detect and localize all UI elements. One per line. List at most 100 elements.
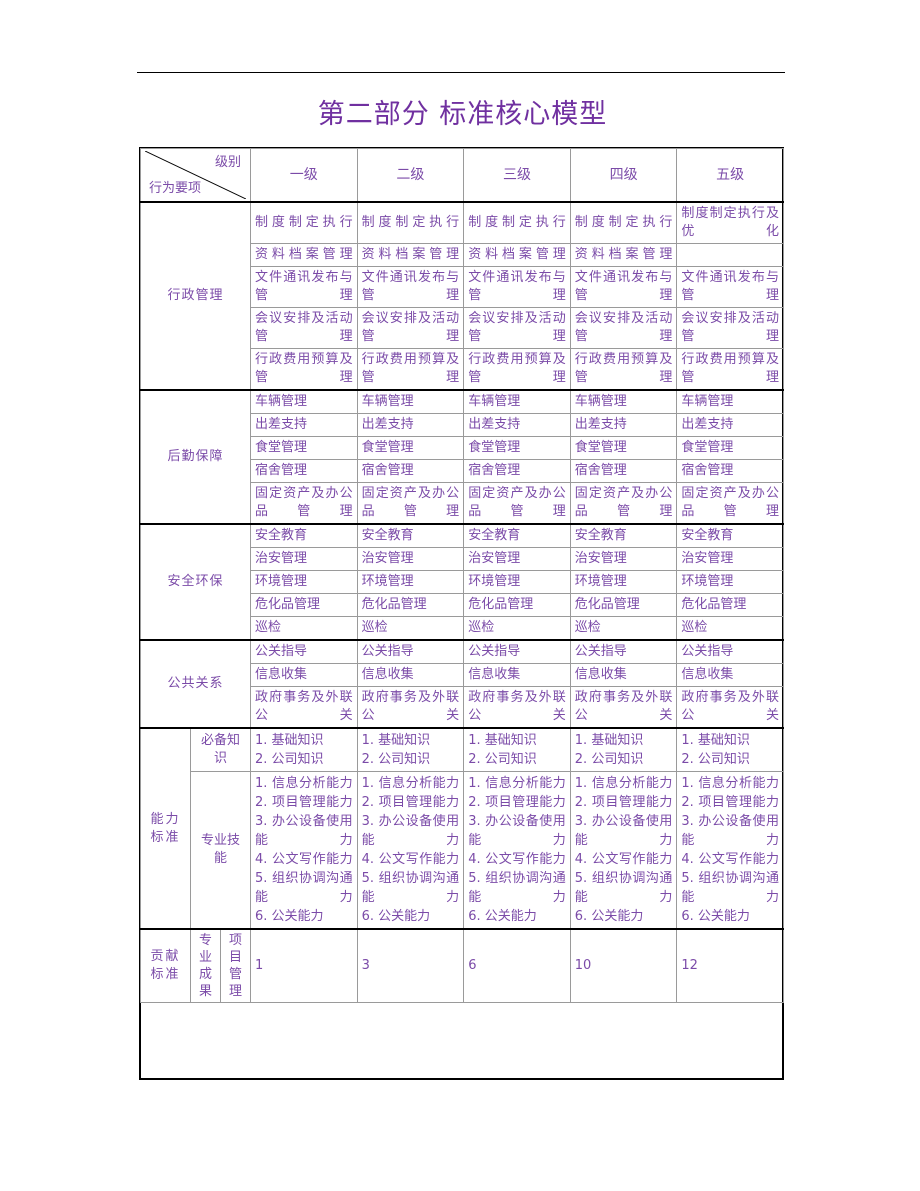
cell-g3-r1-c4: 信息收集	[676, 663, 784, 687]
cell-g1-r3-c2: 宿舍管理	[463, 459, 571, 483]
list-item: 6. 公关能力	[468, 909, 537, 924]
cell-g1-r0-c1: 车辆管理	[356, 389, 465, 414]
cell-g1-r1-c0: 出差支持	[250, 413, 358, 437]
ability-row-1: 专业技能 1. 信息分析能力 2. 项目管理能力 3. 办公设备使用能力 4. 公文写作…	[141, 771, 784, 930]
cell-g2-r0-c4: 安全教育	[676, 523, 784, 548]
cell-g0-r1-c1: 资料档案管理	[356, 243, 465, 267]
cell-g0-r3-c4: 会议安排及活动管理	[676, 307, 784, 349]
list-item: 2. 公司知识	[468, 752, 537, 767]
cell-g1-r0-c4: 车辆管理	[676, 389, 784, 414]
cell-g1-r2-c4: 食堂管理	[676, 436, 784, 460]
cell-g3-r1-c3: 信息收集	[569, 663, 678, 687]
ability-cell-r0-c0: 1. 基础知识 2. 公司知识	[250, 727, 358, 772]
cell-g0-r4-c3: 行政费用预算及管理	[569, 348, 678, 391]
page-title: 第二部分 标准核心模型	[317, 99, 608, 130]
contribution-row: 贡献标准专业成果项目管理 1 3 6 10 12	[140, 928, 784, 1003]
cell-g3-r0-c2: 公关指导	[463, 639, 571, 664]
list-item: 1. 基础知识	[255, 733, 324, 748]
list-item: 6. 公关能力	[681, 909, 750, 924]
cell-g0-r3-c3: 会议安排及活动管理	[569, 307, 678, 349]
vertical-char: 理	[228, 984, 242, 999]
cell-g3-r0-c4: 公关指导	[676, 639, 784, 664]
cell-g0-r3-c1: 会议安排及活动管理	[356, 307, 465, 349]
contribution-value-1: 3	[356, 928, 465, 1003]
vertical-char: 成	[198, 967, 212, 982]
cell-g0-r0-c2: 制度制定执行	[463, 201, 571, 244]
cell-g3-r2-c0: 政府事务及外联公关	[250, 686, 358, 729]
cell-g2-r0-c2: 安全教育	[463, 523, 571, 548]
item-list: 1. 信息分析能力 2. 项目管理能力 3. 办公设备使用能力 4. 公文写作能力 5.…	[681, 774, 779, 926]
list-item: 3. 办公设备使用能力	[574, 814, 673, 848]
table-row: 后勤保障 车辆管理 车辆管理 车辆管理 车辆管理 车辆管理	[140, 389, 784, 525]
level-header-1: 一级	[250, 148, 358, 203]
cell-g1-r2-c2: 食堂管理	[463, 436, 571, 460]
level-header-3: 三级	[463, 148, 571, 203]
cell-g2-r0-c1: 安全教育	[356, 523, 465, 548]
cell-g3-r1-c1: 信息收集	[356, 663, 465, 687]
cell-g2-r3-c2: 危化品管理	[463, 593, 571, 617]
list-item: 2. 项目管理能力	[681, 795, 779, 810]
item-list: 1. 基础知识 2. 公司知识	[468, 731, 566, 769]
cell-g3-r0-c1: 公关指导	[356, 639, 465, 664]
list-item: 1. 基础知识	[681, 733, 750, 748]
cell-g0-r4-c1: 行政费用预算及管理	[356, 348, 465, 391]
list-item: 5. 组织协调沟通能力	[255, 871, 353, 905]
ability-sublabel-0: 必备知识	[190, 727, 251, 772]
cell-g0-r4-c2: 行政费用预算及管理	[463, 348, 571, 391]
list-item: 1. 信息分析能力	[361, 776, 460, 791]
list-item: 2. 项目管理能力	[255, 795, 353, 810]
document-page: 第二部分 标准核心模型 级别 行为要项 一级 二级 三级 四级 五级 行政管理 制度制定执行 制度…	[0, 0, 920, 1191]
cell-g2-r4-c1: 巡检	[356, 616, 465, 641]
cell-g0-r1-c3: 资料档案管理	[569, 243, 678, 267]
corner-level-label: 级别	[214, 155, 241, 170]
cell-g0-r1-c0: 资料档案管理	[250, 243, 358, 267]
list-item: 3. 办公设备使用能力	[255, 814, 353, 848]
cell-g1-r2-c3: 食堂管理	[569, 436, 678, 460]
cell-g2-r0-c0: 安全教育	[250, 523, 358, 548]
list-item: 3. 办公设备使用能力	[361, 814, 460, 848]
ability-cell-r1-c0: 1. 信息分析能力 2. 项目管理能力 3. 办公设备使用能力 4. 公文写作能力 5.…	[250, 771, 358, 930]
cell-g1-r1-c3: 出差支持	[569, 413, 678, 437]
cell-g3-r0-c0: 公关指导	[250, 639, 358, 664]
ability-cell-r1-c3: 1. 信息分析能力 2. 项目管理能力 3. 办公设备使用能力 4. 公文写作能力 5.…	[569, 771, 678, 930]
cell-g0-r4-c4: 行政费用预算及管理	[676, 348, 784, 391]
table-row: 行政管理 制度制定执行 制度制定执行 制度制定执行 制度制定执行 制度制定执行及优化	[140, 201, 784, 391]
list-item: 2. 项目管理能力	[361, 795, 460, 810]
list-item: 1. 信息分析能力	[681, 776, 779, 791]
table-row: 安全环保 安全教育 安全教育 安全教育 安全教育 安全教育	[140, 523, 784, 641]
cell-g1-r1-c4: 出差支持	[676, 413, 784, 437]
list-item: 3. 办公设备使用能力	[681, 814, 779, 848]
cell-g2-r4-c2: 巡检	[463, 616, 571, 641]
cell-g3-r2-c3: 政府事务及外联公关	[569, 686, 678, 729]
cell-g3-r2-c2: 政府事务及外联公关	[463, 686, 571, 729]
cell-g1-r4-c4: 固定资产及办公品管理	[676, 482, 784, 525]
list-item: 1. 基础知识	[574, 733, 644, 748]
group-label-0: 行政管理	[140, 201, 251, 391]
cell-g2-r2-c1: 环境管理	[356, 570, 465, 594]
cell-g3-r2-c4: 政府事务及外联公关	[676, 686, 784, 729]
cell-g0-r3-c0: 会议安排及活动管理	[250, 307, 358, 349]
cell-g2-r4-c4: 巡检	[676, 616, 784, 641]
list-item: 6. 公关能力	[361, 909, 431, 924]
cell-g2-r1-c3: 治安管理	[569, 547, 678, 571]
list-item: 3. 办公设备使用能力	[468, 814, 566, 848]
list-item: 1. 基础知识	[361, 733, 431, 748]
cell-g1-r3-c3: 宿舍管理	[569, 459, 678, 483]
cell-g2-r1-c2: 治安管理	[463, 547, 571, 571]
list-item: 1. 信息分析能力	[468, 776, 566, 791]
cell-g2-r1-c1: 治安管理	[356, 547, 465, 571]
cell-g1-r3-c4: 宿舍管理	[676, 459, 784, 483]
contribution-value-2: 6	[463, 928, 571, 1003]
cell-g1-r2-c0: 食堂管理	[250, 436, 358, 460]
corner-inner: 级别 行为要项	[145, 151, 246, 199]
list-item: 5. 组织协调沟通能力	[361, 871, 460, 905]
cell-g2-r3-c0: 危化品管理	[250, 593, 358, 617]
cell-g0-r1-c2: 资料档案管理	[463, 243, 571, 267]
list-item: 6. 公关能力	[255, 909, 324, 924]
cell-g1-r4-c1: 固定资产及办公品管理	[356, 482, 465, 525]
cell-g1-r0-c3: 车辆管理	[569, 389, 678, 414]
cell-g2-r2-c4: 环境管理	[676, 570, 784, 594]
ability-cell-r1-c1: 1. 信息分析能力 2. 项目管理能力 3. 办公设备使用能力 4. 公文写作能力 5.…	[356, 771, 465, 930]
vertical-char: 目	[228, 950, 242, 965]
cell-g1-r1-c1: 出差支持	[356, 413, 465, 437]
